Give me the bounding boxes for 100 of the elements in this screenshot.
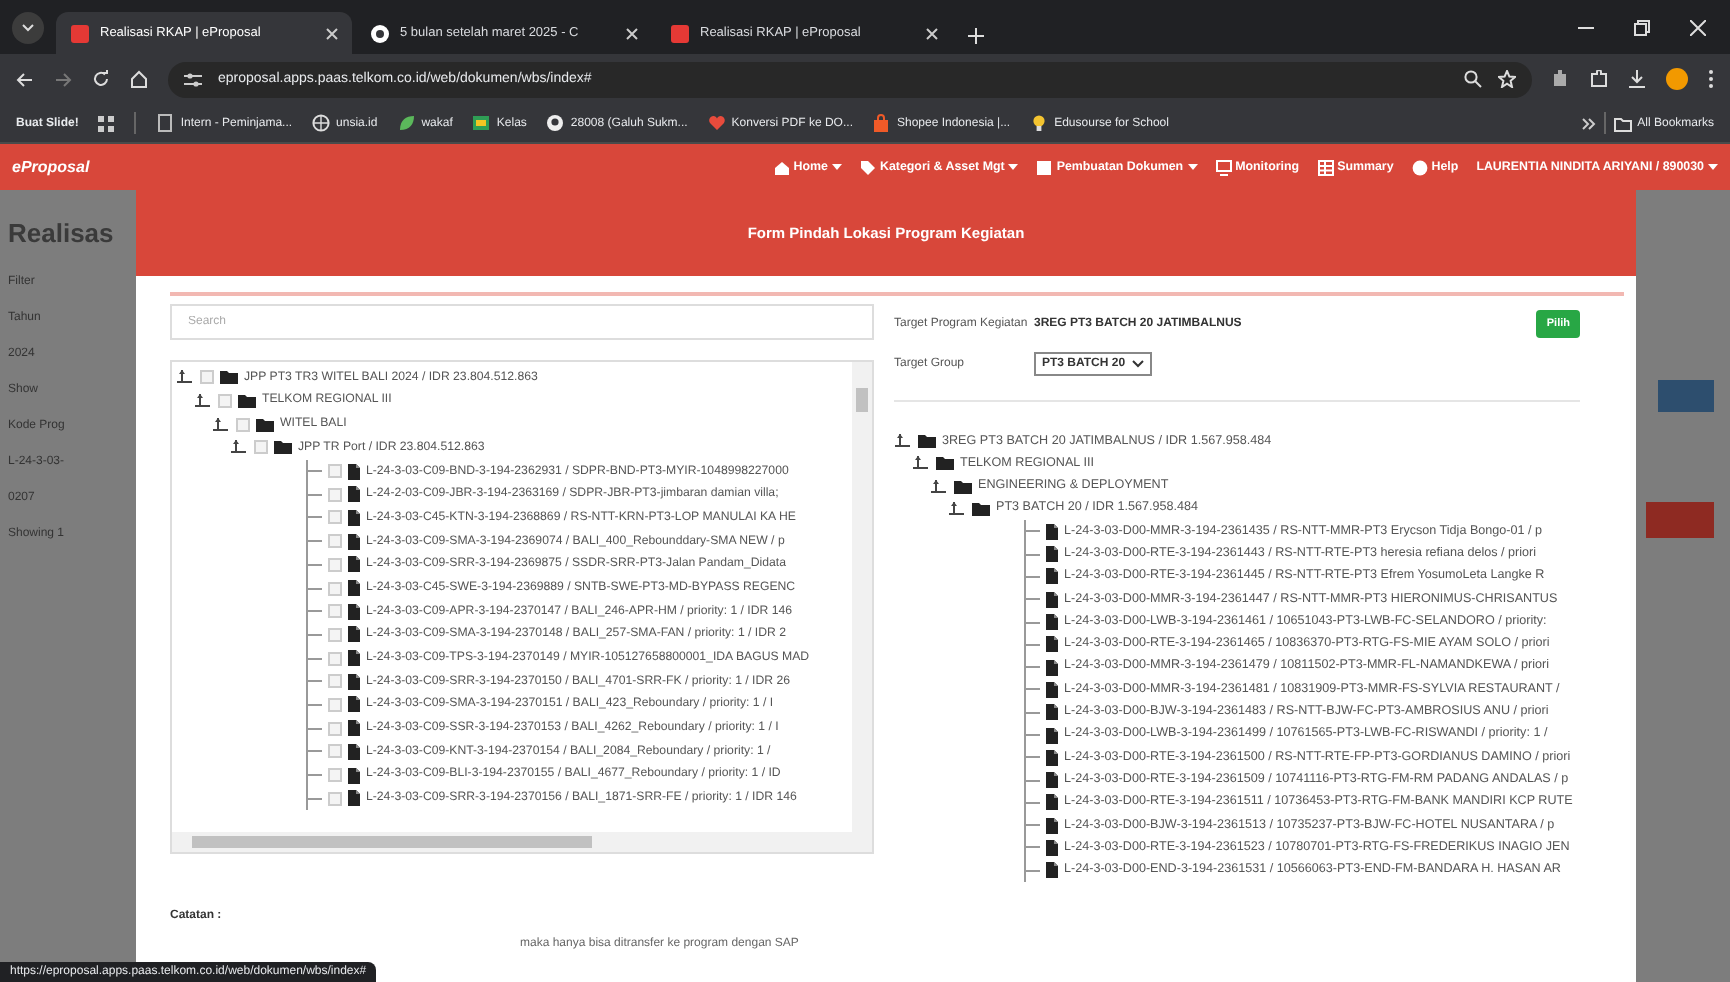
star-icon[interactable] (1498, 70, 1516, 88)
checkbox[interactable] (236, 417, 250, 432)
caret-icon (1187, 164, 1198, 170)
document-icon (348, 603, 360, 620)
document-icon (348, 556, 360, 573)
checkbox[interactable] (328, 534, 342, 549)
document-icon (348, 743, 360, 760)
home-icon[interactable] (130, 70, 148, 88)
document-icon (348, 533, 360, 550)
download-icon[interactable] (1628, 70, 1646, 88)
caret-icon (1008, 164, 1019, 170)
close-icon[interactable] (926, 27, 938, 39)
tag-icon (859, 159, 876, 175)
checkbox[interactable] (328, 464, 342, 479)
page-icon (156, 114, 175, 132)
bulb-icon (1030, 114, 1049, 132)
more-icon[interactable] (1708, 70, 1714, 88)
vertical-scrollbar[interactable] (852, 362, 872, 832)
help-icon (1411, 159, 1428, 175)
caret-icon (1708, 164, 1718, 170)
page-title: Realisas (8, 218, 116, 248)
checkbox[interactable] (200, 370, 214, 385)
globe-icon (312, 114, 331, 132)
document-icon (348, 580, 360, 597)
document-icon (1046, 523, 1058, 540)
shopping-bag-icon (872, 114, 891, 132)
collapse-icon[interactable] (194, 392, 212, 411)
close-icon[interactable] (1690, 19, 1706, 35)
document-icon (348, 696, 360, 713)
checkbox[interactable] (328, 627, 342, 642)
checkbox[interactable] (328, 791, 342, 806)
back-icon[interactable] (16, 71, 34, 87)
checkbox[interactable] (328, 581, 342, 596)
restore-icon[interactable] (1634, 19, 1650, 35)
checkbox[interactable] (328, 604, 342, 619)
document-icon (348, 463, 360, 480)
checkbox[interactable] (328, 674, 342, 689)
collapse-icon[interactable] (894, 432, 912, 451)
document-icon (1036, 159, 1053, 175)
checkbox[interactable] (254, 440, 268, 455)
document-icon (348, 509, 360, 526)
folder-icon (1613, 115, 1632, 131)
caret-icon (831, 164, 842, 170)
document-icon (348, 626, 360, 643)
app-favicon (70, 23, 90, 43)
collapse-icon[interactable] (176, 368, 194, 387)
heart-icon (707, 114, 726, 132)
zoom-icon[interactable] (1464, 70, 1482, 88)
app-favicon (670, 23, 690, 43)
leaf-icon (397, 114, 416, 132)
document-icon (1046, 727, 1058, 743)
collapse-icon[interactable] (948, 500, 966, 519)
collapse-icon[interactable] (230, 438, 248, 457)
close-icon[interactable] (626, 27, 638, 39)
checkbox[interactable] (328, 768, 342, 783)
search-favicon (370, 23, 390, 43)
document-icon (348, 720, 360, 737)
close-icon[interactable] (326, 27, 338, 39)
horizontal-scrollbar[interactable] (172, 832, 872, 852)
chevron-icon[interactable] (1581, 117, 1596, 129)
document-icon (1046, 749, 1058, 766)
document-icon (1046, 568, 1058, 585)
table-icon (1317, 159, 1334, 175)
checkbox[interactable] (328, 557, 342, 572)
document-icon (1046, 839, 1058, 856)
caret-icon (22, 24, 34, 32)
document-icon (1046, 614, 1058, 631)
collapse-icon[interactable] (930, 477, 948, 496)
new-tab-icon[interactable] (968, 28, 984, 44)
checkbox[interactable] (328, 697, 342, 712)
home-icon (773, 159, 790, 175)
collapse-icon[interactable] (912, 454, 930, 473)
document-icon (1046, 817, 1058, 834)
document-icon (1046, 862, 1058, 879)
checkbox[interactable] (328, 721, 342, 736)
checkbox[interactable] (328, 651, 342, 666)
document-icon (1046, 546, 1058, 563)
puzzle-icon[interactable] (1590, 70, 1608, 88)
checkbox[interactable] (218, 394, 232, 409)
document-icon (1046, 681, 1058, 698)
document-icon (348, 486, 360, 503)
document-icon (1046, 636, 1058, 653)
document-icon (348, 673, 360, 690)
checkbox[interactable] (328, 744, 342, 759)
document-icon (348, 767, 360, 784)
collapse-icon[interactable] (212, 415, 230, 434)
document-icon (348, 790, 360, 807)
checkbox[interactable] (328, 487, 342, 502)
document-icon (1046, 659, 1058, 676)
monitor-icon (1215, 159, 1232, 175)
profile-avatar[interactable] (1666, 68, 1688, 90)
apps-grid-icon[interactable] (98, 115, 115, 131)
reload-icon[interactable] (92, 70, 110, 88)
site-info-icon[interactable] (184, 71, 202, 87)
app-logo[interactable]: eProposal (12, 158, 774, 176)
tab-search-button[interactable] (12, 12, 44, 44)
forward-icon[interactable] (54, 71, 72, 87)
document-icon (1046, 794, 1058, 811)
document-icon (1046, 704, 1058, 721)
checkbox[interactable] (328, 510, 342, 525)
